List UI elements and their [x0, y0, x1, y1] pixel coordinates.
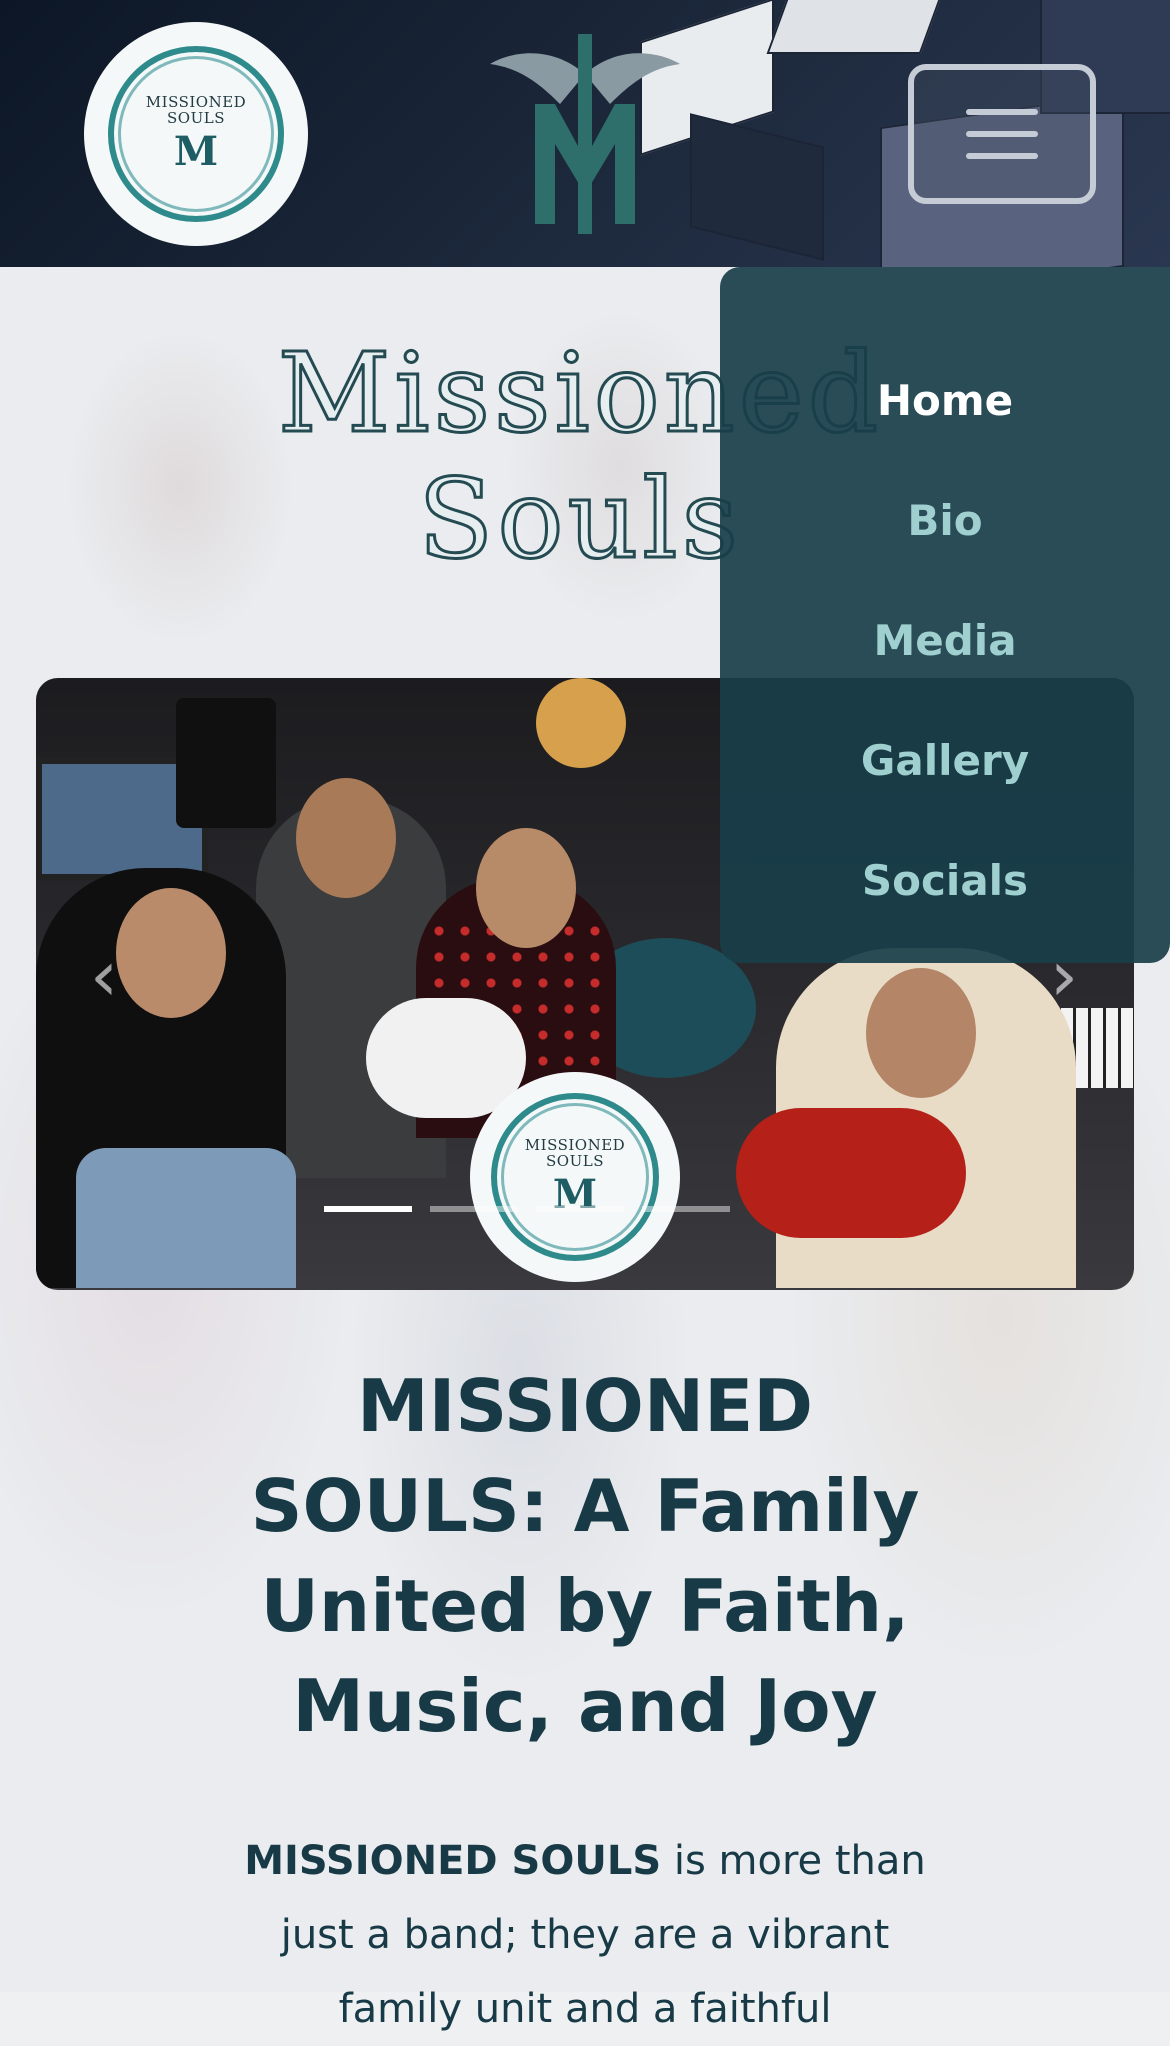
- hamburger-icon: [966, 153, 1038, 159]
- site-header: MISSIONED SOULS M: [0, 0, 1170, 267]
- intro-band-name: MISSIONED SOULS: [244, 1838, 662, 1884]
- nav-link-socials[interactable]: Socials: [862, 821, 1028, 941]
- intro-paragraph: MISSIONED SOULS is more than just a band…: [220, 1824, 950, 2046]
- carousel-logo-overlay: MISSIONED SOULS M: [470, 1072, 680, 1282]
- nav-dropdown-menu: Home Bio Media Gallery Socials: [720, 267, 1170, 963]
- band-member-face: [476, 828, 576, 948]
- header-cube-decoration: [766, 0, 948, 54]
- hamburger-icon: [966, 131, 1038, 137]
- logo-text: MISSIONED SOULS: [524, 1136, 626, 1170]
- band-member-face: [116, 888, 226, 1018]
- chevron-left-icon[interactable]: ‹: [76, 941, 132, 1011]
- carousel-indicator[interactable]: [642, 1206, 730, 1212]
- acoustic-guitar: [536, 678, 626, 768]
- logo-ring: MISSIONED SOULS M: [491, 1093, 659, 1261]
- hamburger-icon: [966, 109, 1038, 115]
- nav-link-media[interactable]: Media: [873, 581, 1016, 701]
- band-member-face: [866, 968, 976, 1098]
- carousel-indicator[interactable]: [324, 1206, 412, 1212]
- nav-link-home[interactable]: Home: [877, 341, 1013, 461]
- home-logo-link[interactable]: MISSIONED SOULS M: [84, 22, 308, 246]
- winged-emblem-icon: [490, 34, 680, 234]
- page-headline: MISSIONED SOULS: A Family United by Fait…: [250, 1364, 920, 1748]
- header-cube-decoration: [690, 113, 824, 261]
- band-member-face: [296, 778, 396, 898]
- carousel-indicator[interactable]: [430, 1206, 518, 1212]
- band-member-jeans: [76, 1148, 296, 1288]
- menu-toggle-button[interactable]: [908, 64, 1096, 204]
- logo-ring: MISSIONED SOULS M: [108, 46, 284, 222]
- nav-link-gallery[interactable]: Gallery: [861, 701, 1029, 821]
- logo-text: MISSIONED SOULS: [145, 93, 247, 127]
- carousel-indicator[interactable]: [536, 1206, 624, 1212]
- logo-mark: M: [173, 128, 219, 175]
- carousel-indicators: [324, 1206, 730, 1212]
- studio-speaker: [176, 698, 276, 828]
- electric-guitar: [736, 1108, 966, 1238]
- nav-link-bio[interactable]: Bio: [907, 461, 982, 581]
